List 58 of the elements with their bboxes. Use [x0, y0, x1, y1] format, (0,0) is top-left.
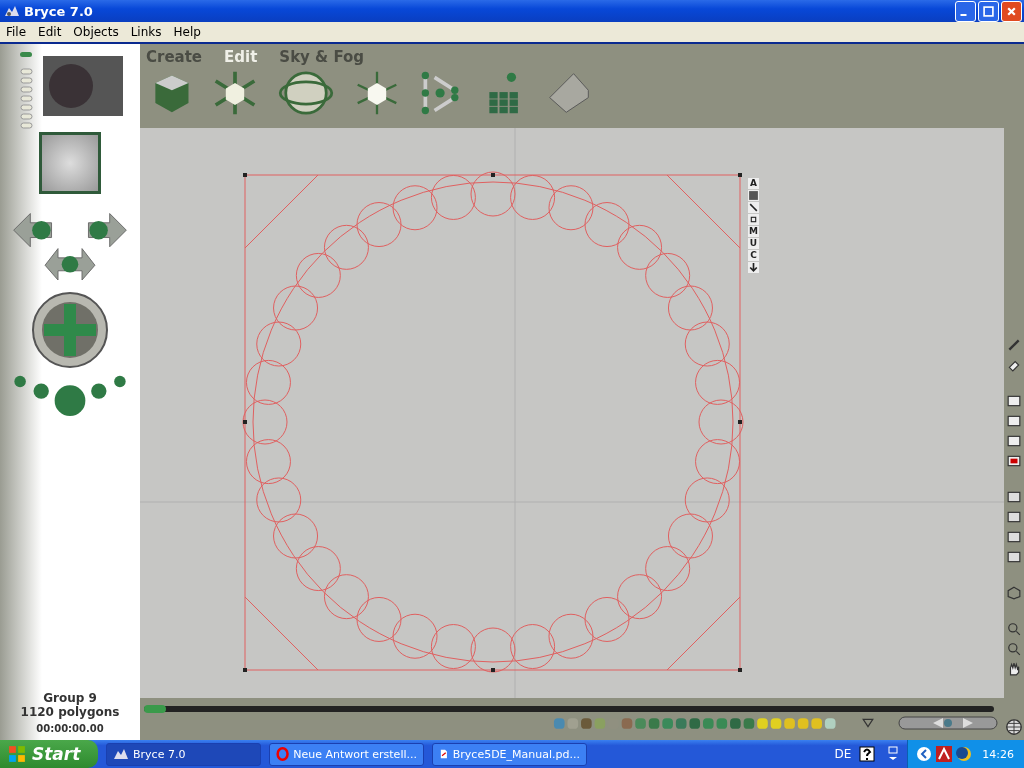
maximize-button[interactable] — [978, 0, 999, 22]
trackball-icon[interactable] — [30, 290, 110, 370]
chevron-left-icon[interactable] — [916, 746, 933, 762]
menu-item[interactable]: File — [0, 25, 33, 39]
crescent-icon[interactable] — [956, 746, 973, 762]
windows-logo-icon — [8, 745, 26, 763]
frame-icon[interactable] — [748, 214, 759, 225]
brush-icon[interactable] — [1007, 338, 1021, 352]
move-cube-icon[interactable] — [354, 70, 400, 116]
view-option[interactable]: C — [748, 250, 759, 261]
display-mode-icon[interactable] — [1007, 414, 1021, 428]
taskbar-button[interactable]: Bryce5DE_Manual.pd... — [432, 742, 587, 766]
display-mode-icon[interactable] — [1007, 394, 1021, 408]
rotate-sphere-icon[interactable] — [276, 70, 336, 116]
close-button[interactable] — [1001, 0, 1022, 22]
view-mode-icon[interactable] — [1007, 510, 1021, 524]
maximize-icon — [983, 5, 994, 17]
menu-item[interactable]: Edit — [32, 25, 68, 39]
down-arrow-icon[interactable] — [748, 262, 759, 273]
view-option[interactable]: M — [748, 226, 759, 237]
timeline-track[interactable] — [144, 706, 994, 712]
resize-cube-icon[interactable] — [212, 70, 258, 116]
menu-item[interactable]: Objects — [67, 25, 125, 39]
menu-item[interactable]: Links — [124, 25, 168, 39]
view-mode-icon[interactable] — [1007, 550, 1021, 564]
slider-stack-icon — [17, 50, 33, 130]
polygon-count: 1120 polygons — [20, 705, 120, 719]
view-option[interactable]: A — [748, 178, 759, 189]
help-icon[interactable] — [859, 746, 876, 762]
globe-icon[interactable] — [1005, 718, 1023, 736]
wireframe-viewport[interactable]: A M U C — [140, 128, 1004, 698]
taskbar-button[interactable]: Bryce 7.0 — [106, 742, 261, 766]
dropdown-triangle-icon[interactable] — [862, 718, 874, 728]
eraser-icon[interactable] — [1007, 358, 1021, 372]
close-icon — [1006, 5, 1017, 17]
minimize-button[interactable] — [955, 0, 976, 22]
hand-icon[interactable] — [1007, 662, 1021, 676]
view-option[interactable]: U — [748, 238, 759, 249]
zoom-in-icon[interactable] — [1007, 622, 1021, 636]
time-display: 00:00:00.00 — [36, 723, 104, 734]
display-mode-icon[interactable] — [1007, 434, 1021, 448]
start-button[interactable]: Start — [0, 740, 98, 768]
o-logo-icon — [276, 746, 290, 762]
solid-square-icon[interactable] — [748, 190, 759, 201]
timeline-handle[interactable] — [144, 705, 166, 713]
view-mode-icon[interactable] — [1007, 490, 1021, 504]
object-name: Group 9 — [43, 691, 97, 705]
playback-controls-icon[interactable] — [898, 716, 998, 730]
material-preview[interactable] — [39, 132, 101, 194]
window-title: Bryce 7.0 — [24, 3, 93, 19]
minimize-icon — [960, 12, 967, 16]
display-mode-icon[interactable] — [1007, 454, 1021, 468]
clock: 14:26 — [982, 747, 1014, 761]
taskbar-button[interactable]: Neue Antwort erstell... — [269, 742, 424, 766]
language-indicator[interactable]: DE — [834, 747, 852, 761]
menu-item[interactable]: Help — [167, 25, 207, 39]
view-mode-icon[interactable] — [1007, 530, 1021, 544]
antivirus-icon[interactable] — [936, 746, 953, 762]
